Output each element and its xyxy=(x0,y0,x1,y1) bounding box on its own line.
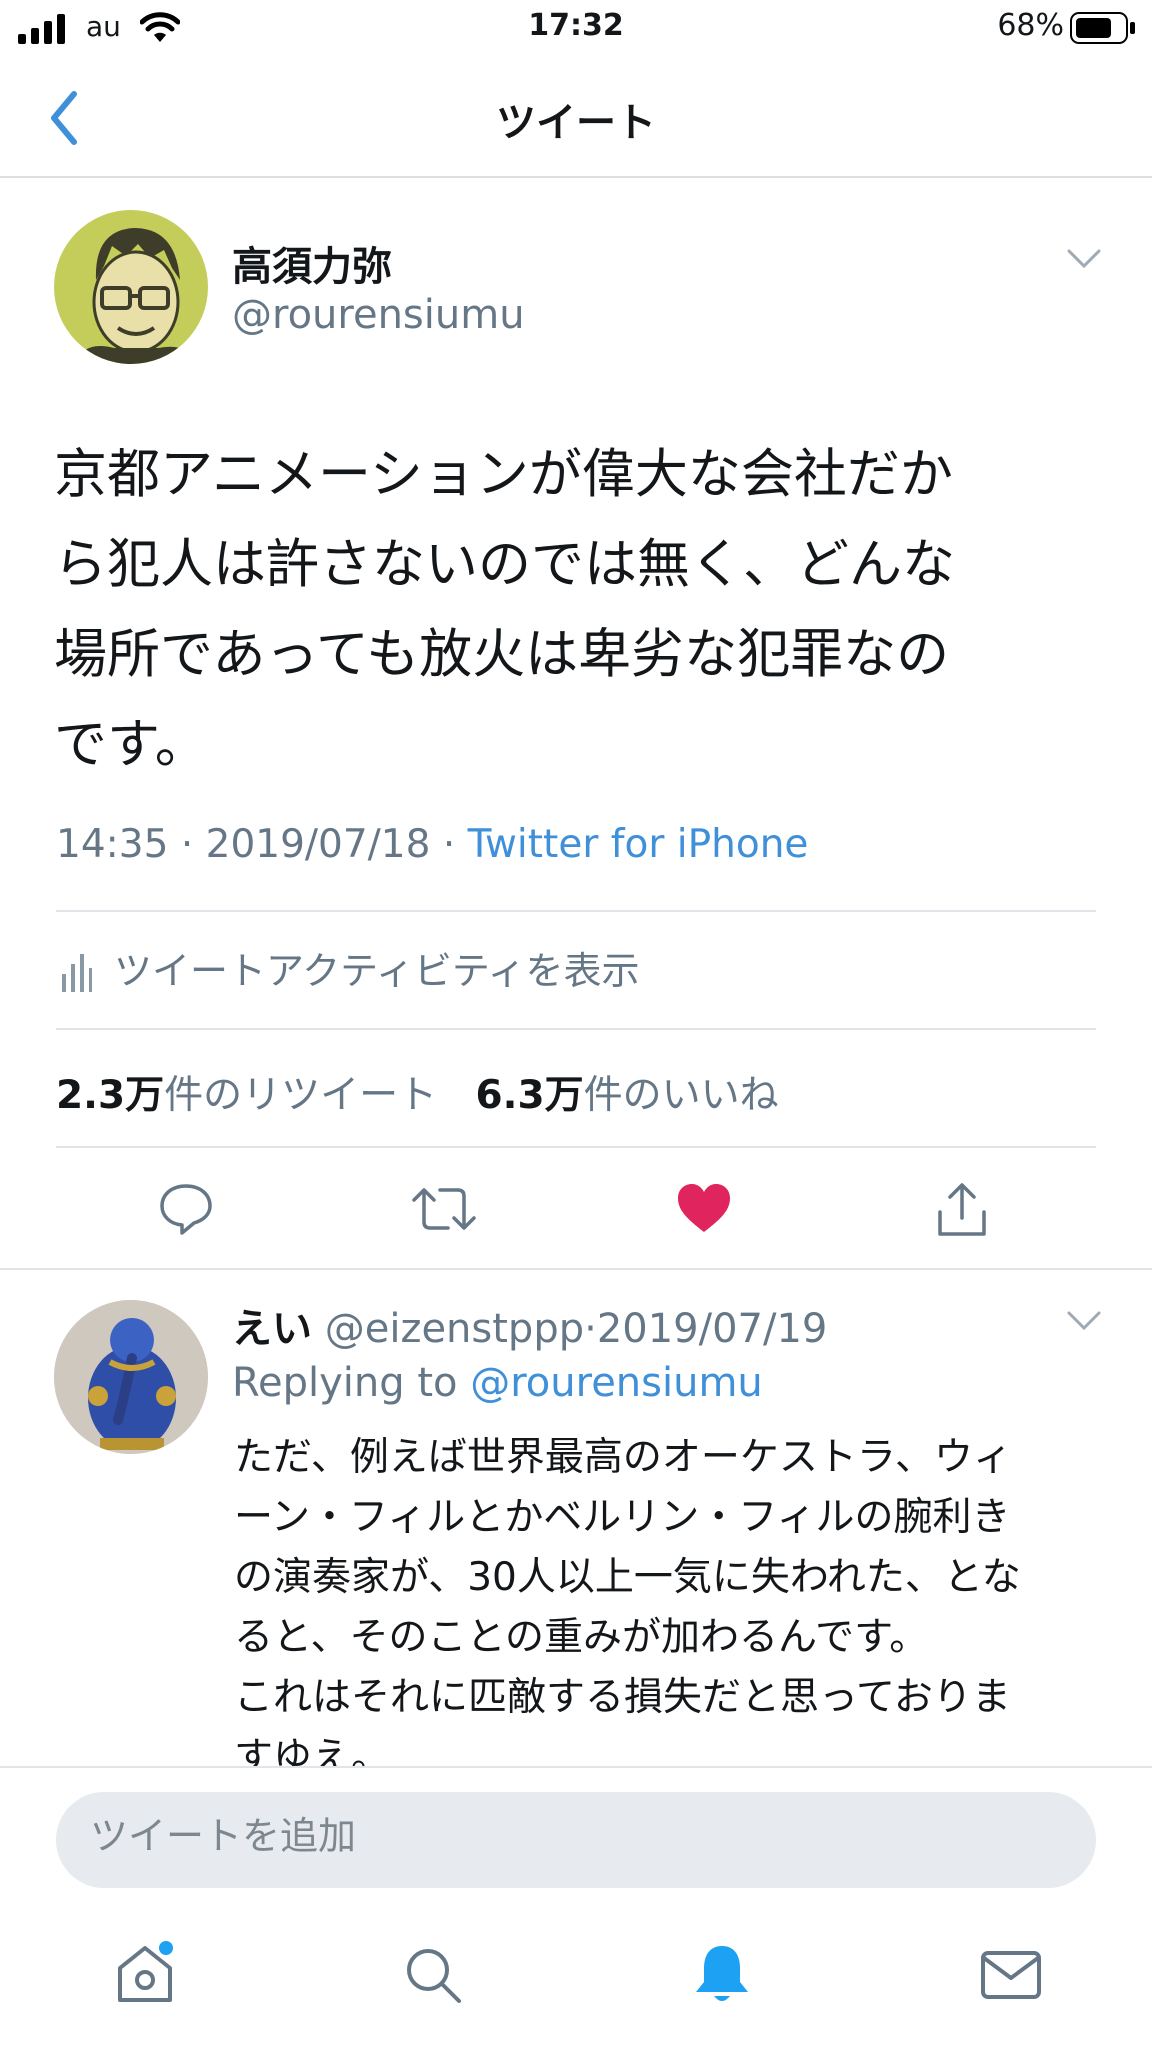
tweet-time: 14:35 xyxy=(56,822,169,867)
tweet-avatar[interactable] xyxy=(54,210,208,364)
reply-author-handle[interactable]: @eizenstppp xyxy=(325,1306,584,1352)
reply-text-line: ただ、例えば世界最高のオーケストラ、ウィ xyxy=(234,1435,1013,1480)
reply-text-line: の演奏家が、30人以上一気に失われた、とな xyxy=(234,1555,1021,1600)
caret-down-icon[interactable] xyxy=(1066,1310,1102,1332)
divider xyxy=(56,1146,1096,1148)
reply-text: ただ、例えば世界最高のオーケストラ、ウィ ーン・フィルとかベルリン・フィルの腕利… xyxy=(234,1428,1094,1788)
meta-separator: · xyxy=(584,1306,597,1352)
tweet-date: 2019/07/18 xyxy=(205,822,431,867)
reply-author-name[interactable]: えい xyxy=(232,1306,312,1352)
retweet-count: 2.3万 xyxy=(56,1073,165,1118)
reply-icon[interactable] xyxy=(158,1180,214,1236)
tweet-text-line: 京都アニメーションが偉大な会社だか xyxy=(54,444,953,505)
share-icon[interactable] xyxy=(934,1182,990,1238)
activity-chart-icon xyxy=(62,954,92,992)
tweet-meta: 14:35 · 2019/07/18 · Twitter for iPhone xyxy=(56,822,808,867)
replying-prefix: Replying to xyxy=(232,1360,458,1406)
caret-down-icon[interactable] xyxy=(1066,248,1102,270)
compose-reply-input[interactable] xyxy=(90,1814,990,1858)
reply-header: えい @eizenstppp·2019/07/19 xyxy=(232,1296,827,1354)
divider xyxy=(56,1028,1096,1030)
notifications-icon[interactable] xyxy=(692,1942,752,2006)
tweet-author-handle[interactable]: @rourensiumu xyxy=(232,292,525,338)
header-divider xyxy=(0,176,1152,178)
retweet-stat[interactable]: 2.3万件のリツイート xyxy=(56,1073,450,1118)
tweet-author-name[interactable]: 高須力弥 xyxy=(232,234,392,292)
avatar-illustration xyxy=(74,228,198,364)
like-stat[interactable]: 6.3万件のいいね xyxy=(476,1073,779,1118)
tweet-text-line: ら犯人は許さないのでは無く、どんな xyxy=(54,534,955,595)
like-label: 件のいいね xyxy=(583,1073,779,1118)
page-title: ツイート xyxy=(496,100,656,146)
activity-label: ツイートアクティビティを表示 xyxy=(114,949,640,993)
reply-date: 2019/07/19 xyxy=(596,1306,828,1352)
replying-handle-link[interactable]: @rourensiumu xyxy=(470,1360,763,1406)
tweet-source-link[interactable]: Twitter for iPhone xyxy=(468,822,809,867)
retweet-icon[interactable] xyxy=(412,1182,476,1236)
tweet-activity-row[interactable]: ツイートアクティビティを表示 xyxy=(56,940,1096,1000)
reply-text-line: ーン・フィルとかベルリン・フィルの腕利き xyxy=(234,1495,1011,1540)
meta-separator: · xyxy=(442,822,456,867)
status-time: 17:32 xyxy=(528,8,624,43)
battery-icon xyxy=(1070,12,1135,44)
home-icon[interactable] xyxy=(112,1940,178,2006)
status-bar: au 17:32 68% xyxy=(0,0,1152,58)
messages-icon[interactable] xyxy=(980,1950,1042,2000)
compose-reply-box[interactable] xyxy=(56,1792,1096,1888)
meta-separator: · xyxy=(180,822,194,867)
reply-avatar[interactable] xyxy=(54,1300,208,1454)
tweet-text: 京都アニメーションが偉大な会社だか ら犯人は許さないのでは無く、どんな 場所であ… xyxy=(54,430,1094,790)
divider xyxy=(56,910,1096,912)
avatar-illustration xyxy=(54,1300,208,1454)
replying-to: Replying to @rourensiumu xyxy=(232,1360,763,1406)
reply-text-line: ると、そのことの重みが加わるんです。 xyxy=(234,1615,929,1660)
like-count: 6.3万 xyxy=(475,1073,584,1118)
tweet-text-line: 場所であっても放火は卑劣な犯罪なの xyxy=(54,624,950,685)
section-divider xyxy=(0,1268,1152,1270)
reply-text-line: これはそれに匹敵する損失だと思っておりま xyxy=(234,1675,1011,1720)
composer-divider xyxy=(0,1766,1152,1768)
retweet-label: 件のリツイート xyxy=(164,1073,438,1118)
like-icon[interactable] xyxy=(676,1182,732,1234)
tab-bar xyxy=(0,1920,1152,2048)
tweet-stats: 2.3万件のリツイート 6.3万件のいいね xyxy=(56,1064,779,1120)
battery-percent: 68% xyxy=(997,8,1064,43)
search-icon[interactable] xyxy=(404,1946,464,2006)
tweet-text-line: です。 xyxy=(54,714,208,775)
